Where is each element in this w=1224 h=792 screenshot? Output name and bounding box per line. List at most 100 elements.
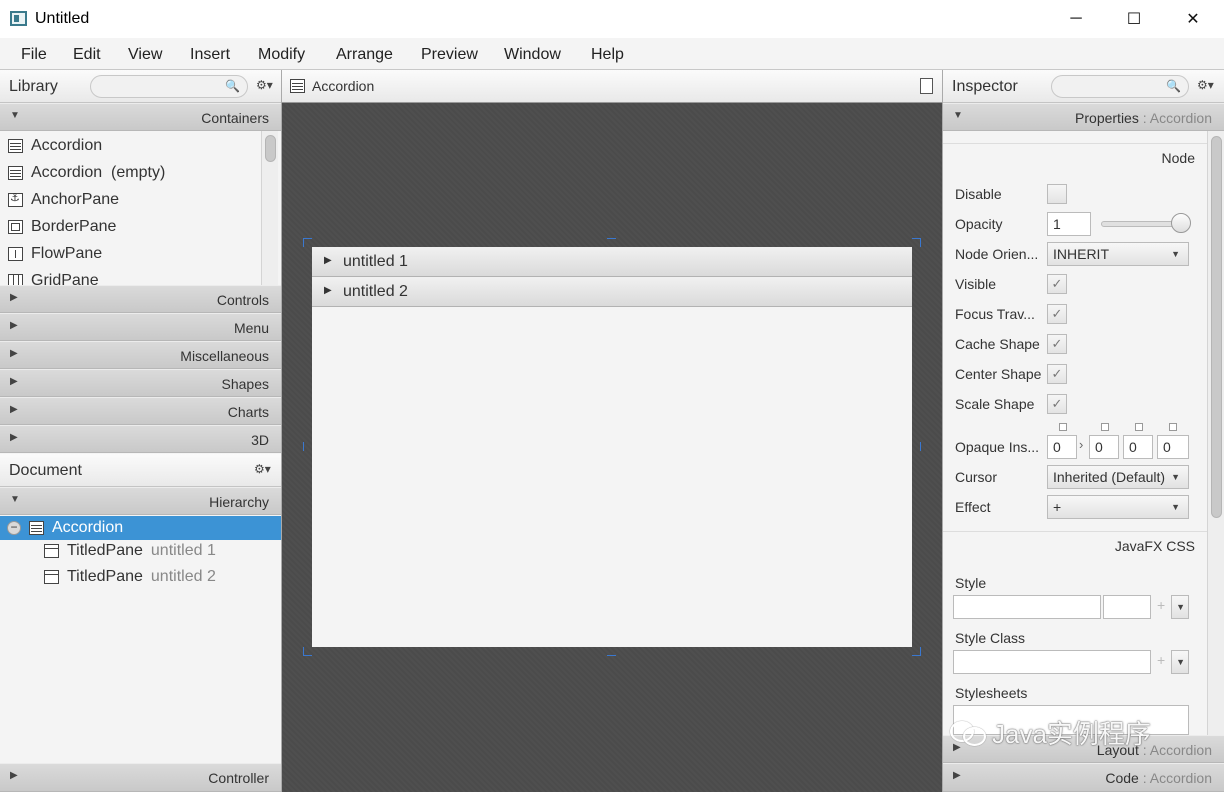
inset-top-field[interactable]: 0 [1047, 435, 1077, 459]
resize-handle-tl[interactable] [303, 238, 312, 247]
section-hierarchy[interactable]: ▼ Hierarchy [0, 487, 281, 515]
resize-handle-bl[interactable] [303, 647, 312, 656]
dropdown-arrow-icon: ▼ [1171, 502, 1180, 512]
menu-help[interactable]: Help [591, 46, 624, 64]
library-scrollbar[interactable] [261, 131, 278, 285]
style-class-field[interactable] [953, 650, 1151, 674]
menu-arrange[interactable]: Arrange [336, 46, 393, 64]
resize-handle-tr[interactable] [912, 238, 921, 247]
inspector-search-input[interactable]: 🔍 [1051, 75, 1189, 98]
collapsed-arrow-icon: ▶ [953, 770, 961, 781]
document-gear-icon[interactable]: ⚙▾ [254, 462, 271, 476]
add-style-icon[interactable]: + [1157, 597, 1165, 613]
menu-preview[interactable]: Preview [421, 46, 478, 64]
tree-item-titledpane-1[interactable]: TitledPane untitled 1 [0, 539, 281, 563]
document-icon[interactable] [920, 78, 933, 94]
collapse-icon[interactable]: − [7, 521, 21, 535]
library-item-accordion[interactable]: Accordion [8, 132, 102, 159]
scrollbar-thumb[interactable] [1211, 136, 1222, 518]
section-miscellaneous[interactable]: ▶ Miscellaneous [0, 341, 281, 369]
inset-bottom-field[interactable]: 0 [1123, 435, 1153, 459]
library-item-anchorpane[interactable]: AnchorPane [8, 186, 119, 213]
opacity-slider-knob[interactable] [1171, 213, 1191, 233]
add-style-class-icon[interactable]: + [1157, 652, 1165, 668]
titled-pane-1[interactable]: ▶ untitled 1 [312, 247, 912, 277]
resize-handle-bottom[interactable] [607, 647, 616, 656]
document-title: Document [9, 462, 82, 479]
style-class-menu-button[interactable]: ▼ [1171, 650, 1189, 674]
section-shapes[interactable]: ▶ Shapes [0, 369, 281, 397]
opacity-field[interactable]: 1 [1047, 212, 1091, 236]
inspector-gear-icon[interactable]: ⚙▾ [1197, 78, 1214, 92]
section-menu[interactable]: ▶ Menu [0, 313, 281, 341]
resize-handle-top[interactable] [607, 238, 616, 247]
titled-pane-2[interactable]: ▶ untitled 2 [312, 277, 912, 307]
document-header: Document ⚙▾ [0, 454, 281, 487]
section-controls[interactable]: ▶ Controls [0, 285, 281, 313]
style-menu-button[interactable]: ▼ [1171, 595, 1189, 619]
library-item-flowpane[interactable]: FlowPane [8, 240, 102, 267]
title-bar: Untitled ─ ☐ ✕ [0, 0, 1224, 38]
resize-handle-left[interactable] [303, 442, 312, 451]
disable-checkbox[interactable] [1047, 184, 1067, 204]
menu-view[interactable]: View [128, 46, 162, 64]
menu-file[interactable]: File [21, 46, 47, 64]
library-search-input[interactable]: 🔍 [90, 75, 248, 98]
inset-right-field[interactable]: 0 [1089, 435, 1119, 459]
scale-shape-label: Scale Shape [955, 396, 1035, 412]
tree-item-titledpane-2[interactable]: TitledPane untitled 2 [0, 565, 281, 589]
library-item-label: GridPane [31, 271, 99, 286]
anchor-icon [8, 191, 23, 207]
focus-traversable-checkbox[interactable]: ✓ [1047, 304, 1067, 324]
library-gear-icon[interactable]: ⚙▾ [256, 78, 273, 92]
section-code[interactable]: ▶ Code : Accordion [943, 763, 1224, 792]
section-label: Menu [233, 320, 269, 336]
minimize-button[interactable]: ─ [1047, 0, 1105, 38]
library-item-accordion-empty[interactable]: Accordion (empty) [8, 159, 165, 186]
cursor-combo[interactable]: Inherited (Default) ▼ [1047, 465, 1189, 489]
dropdown-arrow-icon: ▼ [1176, 657, 1185, 667]
content-header: Accordion [282, 70, 942, 103]
accordion-icon [290, 79, 305, 93]
library-item-gridpane[interactable]: GridPane [8, 267, 99, 285]
dropdown-arrow-icon: ▼ [1171, 249, 1180, 259]
style-class-label: Style Class [955, 630, 1026, 646]
section-3d[interactable]: ▶ 3D [0, 425, 281, 453]
menu-modify[interactable]: Modify [258, 46, 305, 64]
inset-left-field[interactable]: 0 [1157, 435, 1189, 459]
style-value-field[interactable] [1103, 595, 1151, 619]
section-properties[interactable]: ▼ Properties : Accordion [943, 103, 1224, 131]
tree-item-accordion[interactable]: − Accordion [0, 516, 281, 540]
inspector-scrollbar[interactable] [1207, 131, 1224, 735]
center-shape-checkbox[interactable]: ✓ [1047, 364, 1067, 384]
section-charts[interactable]: ▶ Charts [0, 397, 281, 425]
close-button[interactable]: ✕ [1164, 0, 1222, 38]
resize-handle-br[interactable] [912, 647, 921, 656]
scrollbar-thumb[interactable] [265, 135, 276, 162]
maximize-button[interactable]: ☐ [1105, 0, 1163, 38]
combo-value: Inherited (Default) [1053, 469, 1166, 485]
section-controller[interactable]: ▶ Controller [0, 763, 281, 792]
effect-combo[interactable]: + ▼ [1047, 495, 1189, 519]
opacity-slider-track[interactable] [1101, 221, 1181, 227]
node-orientation-combo[interactable]: INHERIT ▼ [1047, 242, 1189, 266]
node-orientation-label: Node Orien... [955, 246, 1039, 262]
library-item-borderpane[interactable]: BorderPane [8, 213, 116, 240]
section-label: Controls [216, 292, 269, 308]
section-containers[interactable]: ▼ Containers [0, 103, 281, 131]
scale-shape-checkbox[interactable]: ✓ [1047, 394, 1067, 414]
menu-edit[interactable]: Edit [73, 46, 101, 64]
cache-shape-checkbox[interactable]: ✓ [1047, 334, 1067, 354]
style-field[interactable] [953, 595, 1101, 619]
library-item-label: FlowPane [31, 244, 103, 262]
menu-window[interactable]: Window [504, 46, 561, 64]
window-title: Untitled [35, 10, 90, 27]
section-label: 3D [251, 432, 269, 448]
resize-handle-right[interactable] [912, 442, 921, 451]
accordion-preview[interactable]: ▶ untitled 1 ▶ untitled 2 [312, 247, 912, 647]
menu-insert[interactable]: Insert [190, 46, 230, 64]
properties-section-label: Properties : Accordion [1075, 110, 1212, 126]
stylesheets-label: Stylesheets [955, 685, 1028, 701]
collapsed-arrow-icon: ▶ [10, 404, 18, 415]
visible-checkbox[interactable]: ✓ [1047, 274, 1067, 294]
